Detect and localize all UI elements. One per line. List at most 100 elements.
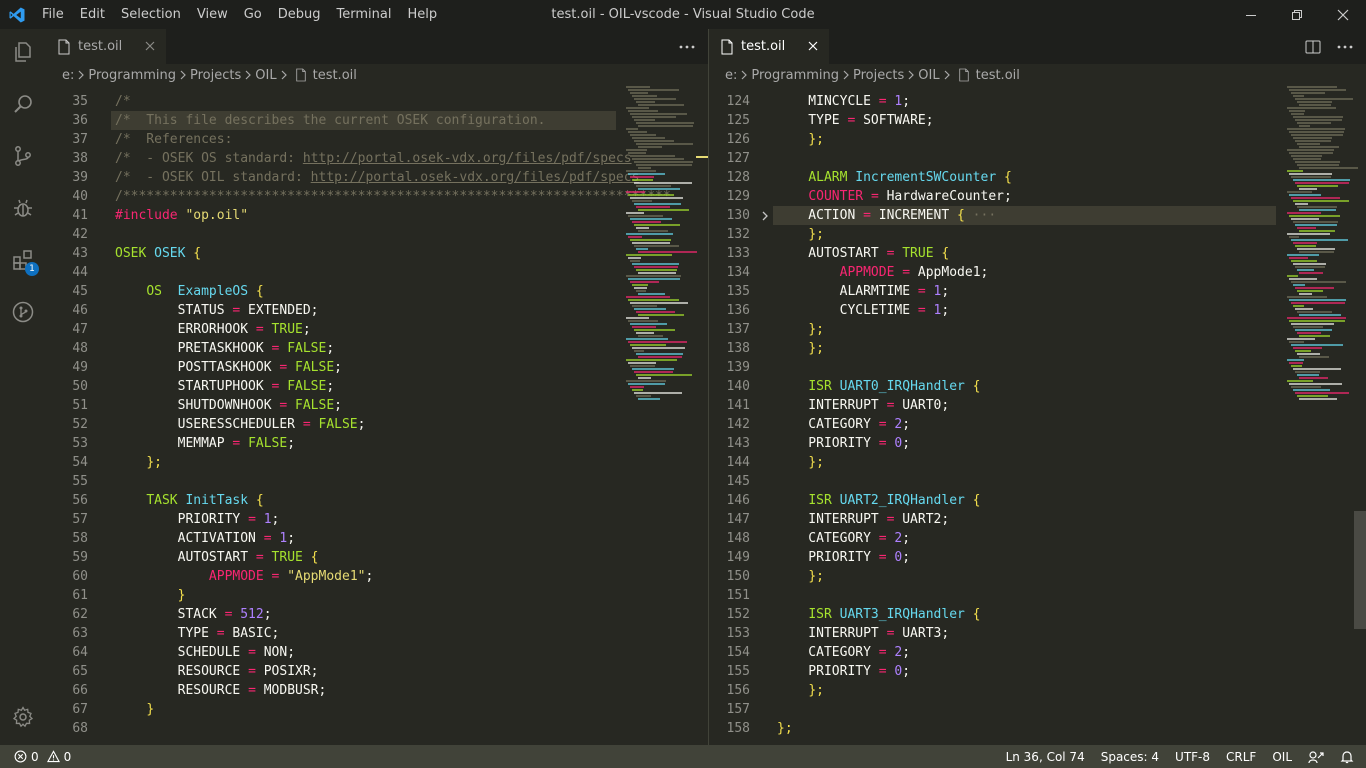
code-line[interactable]: 53 MEMMAP = FALSE; (46, 434, 708, 453)
scroll-thumb[interactable] (1354, 511, 1366, 629)
code-line[interactable]: 140 ISR UART0_IRQHandler { (709, 377, 1366, 396)
code-line[interactable]: 44 (46, 263, 708, 282)
code-line[interactable]: 67 } (46, 700, 708, 719)
code-editor-right[interactable]: 124 MINCYCLE = 1; 125 TYPE = SOFTWARE; 126… (709, 86, 1366, 745)
code-line[interactable]: 51 SHUTDOWNHOOK = FALSE; (46, 396, 708, 415)
code-editor-left[interactable]: 35 /* 36 /* This file describes the current… (46, 86, 708, 745)
code-line[interactable]: 155 PRIORITY = 0; (709, 662, 1366, 681)
breadcrumb-item[interactable]: Programming (88, 68, 176, 83)
breadcrumb-item[interactable]: test.oil (976, 68, 1020, 83)
code-line[interactable]: 50 STARTUPHOOK = FALSE; (46, 377, 708, 396)
notifications-button[interactable] (1340, 750, 1354, 764)
menu-file[interactable]: File (34, 0, 72, 29)
code-line[interactable]: 148 CATEGORY = 2; (709, 529, 1366, 548)
code-line[interactable]: 145 (709, 472, 1366, 491)
code-line[interactable]: 138 }; (709, 339, 1366, 358)
code-line[interactable]: 125 TYPE = SOFTWARE; (709, 111, 1366, 130)
code-line[interactable]: 157 (709, 700, 1366, 719)
code-line[interactable]: 52 USERESSCHEDULER = FALSE; (46, 415, 708, 434)
code-line[interactable]: 39 /* - OSEK OIL standard: http://portal.… (46, 168, 708, 187)
settings-button[interactable] (0, 694, 46, 740)
scrollbar-right[interactable] (1354, 86, 1366, 745)
code-line[interactable]: 46 STATUS = EXTENDED; (46, 301, 708, 320)
debug-button[interactable] (0, 185, 46, 231)
code-line[interactable]: 56 TASK InitTask { (46, 491, 708, 510)
code-line[interactable]: 136 CYCLETIME = 1; (709, 301, 1366, 320)
code-line[interactable]: 137 }; (709, 320, 1366, 339)
code-line[interactable]: 139 (709, 358, 1366, 377)
tab-test-oil-right[interactable]: test.oil (709, 29, 829, 64)
breadcrumb-item[interactable]: OIL (255, 68, 276, 83)
code-line[interactable]: 59 AUTOSTART = TRUE { (46, 548, 708, 567)
split-editor-button[interactable] (1302, 36, 1324, 58)
more-actions-button[interactable] (676, 36, 698, 58)
menu-terminal[interactable]: Terminal (329, 0, 400, 29)
breadcrumb-item[interactable]: test.oil (313, 68, 357, 83)
code-line[interactable]: 48 PRETASKHOOK = FALSE; (46, 339, 708, 358)
code-line[interactable]: 147 INTERRUPT = UART2; (709, 510, 1366, 529)
minimize-button[interactable] (1228, 0, 1274, 29)
code-line[interactable]: 55 (46, 472, 708, 491)
code-line[interactable]: 124 MINCYCLE = 1; (709, 92, 1366, 111)
code-line[interactable]: 65 RESOURCE = POSIXR; (46, 662, 708, 681)
breadcrumb-item[interactable]: Projects (853, 68, 904, 83)
code-line[interactable]: 36 /* This file describes the current OSE… (46, 111, 708, 130)
source-control-button[interactable] (0, 133, 46, 179)
scrollbar-left[interactable] (696, 86, 708, 745)
code-line[interactable]: 58 ACTIVATION = 1; (46, 529, 708, 548)
fold-chevron-icon[interactable] (758, 206, 772, 225)
breadcrumb-item[interactable]: e: (62, 68, 74, 83)
code-line[interactable]: 42 (46, 225, 708, 244)
more-actions-button[interactable] (1334, 36, 1356, 58)
breadcrumb-item[interactable]: Projects (190, 68, 241, 83)
menu-selection[interactable]: Selection (113, 0, 189, 29)
encoding-setting[interactable]: UTF-8 (1175, 750, 1210, 764)
breadcrumb-item[interactable]: OIL (918, 68, 939, 83)
code-line[interactable]: 37 /* References: (46, 130, 708, 149)
code-line[interactable]: 60 APPMODE = "AppMode1"; (46, 567, 708, 586)
code-line[interactable]: 57 PRIORITY = 1; (46, 510, 708, 529)
code-line[interactable]: 62 STACK = 512; (46, 605, 708, 624)
code-line[interactable]: 150 }; (709, 567, 1366, 586)
code-line[interactable]: 133 AUTOSTART = TRUE { (709, 244, 1366, 263)
code-line[interactable]: 126 }; (709, 130, 1366, 149)
code-line[interactable]: 64 SCHEDULE = NON; (46, 643, 708, 662)
code-line[interactable]: 49 POSTTASKHOOK = FALSE; (46, 358, 708, 377)
code-line[interactable]: 47 ERRORHOOK = TRUE; (46, 320, 708, 339)
code-line[interactable]: 127 (709, 149, 1366, 168)
code-line[interactable]: 38 /* - OSEK OS standard: http://portal.o… (46, 149, 708, 168)
indentation-setting[interactable]: Spaces: 4 (1101, 750, 1159, 764)
code-line[interactable]: 158}; (709, 719, 1366, 738)
search-button[interactable] (0, 81, 46, 127)
code-line[interactable]: 129 COUNTER = HardwareCounter; (709, 187, 1366, 206)
menu-go[interactable]: Go (236, 0, 270, 29)
code-line[interactable]: 142 CATEGORY = 2; (709, 415, 1366, 434)
breadcrumb-item[interactable]: Programming (751, 68, 839, 83)
code-line[interactable]: 144 }; (709, 453, 1366, 472)
code-line[interactable]: 61 } (46, 586, 708, 605)
menu-edit[interactable]: Edit (72, 0, 113, 29)
code-line[interactable]: 41 #include "op.oil" (46, 206, 708, 225)
tab-close-button[interactable] (805, 38, 821, 54)
tab-test-oil-left[interactable]: test.oil (46, 29, 166, 64)
code-line[interactable]: 141 INTERRUPT = UART0; (709, 396, 1366, 415)
code-line[interactable]: 66 RESOURCE = MODBUSR; (46, 681, 708, 700)
code-line[interactable]: 152 ISR UART3_IRQHandler { (709, 605, 1366, 624)
code-line[interactable]: 132 }; (709, 225, 1366, 244)
code-line[interactable]: 40 /*************************************… (46, 187, 708, 206)
eol-setting[interactable]: CRLF (1226, 750, 1256, 764)
menu-debug[interactable]: Debug (270, 0, 329, 29)
code-line[interactable]: 68 (46, 719, 708, 738)
feedback-button[interactable] (1308, 750, 1324, 764)
explorer-button[interactable] (0, 29, 46, 75)
minimap-left[interactable] (626, 86, 702, 406)
menu-help[interactable]: Help (399, 0, 445, 29)
code-line[interactable]: 154 CATEGORY = 2; (709, 643, 1366, 662)
close-window-button[interactable] (1320, 0, 1366, 29)
code-line[interactable]: 143 PRIORITY = 0; (709, 434, 1366, 453)
git-graph-button[interactable] (0, 289, 46, 335)
cursor-position[interactable]: Ln 36, Col 74 (1006, 750, 1085, 764)
code-line[interactable]: 45 OS ExampleOS { (46, 282, 708, 301)
extensions-button[interactable]: 1 (0, 237, 46, 283)
code-line[interactable]: 149 PRIORITY = 0; (709, 548, 1366, 567)
